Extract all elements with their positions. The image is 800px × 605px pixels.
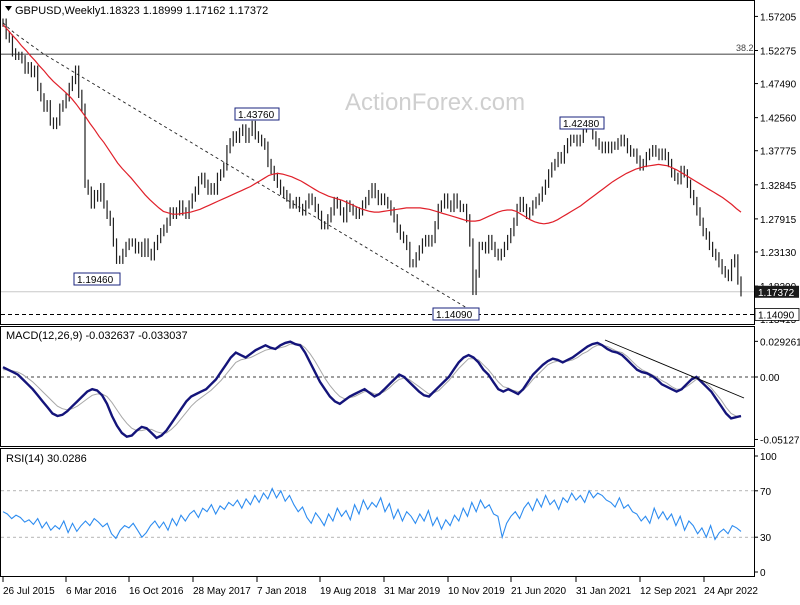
x-tick-label: 31 Jan 2021 [576,586,631,597]
macd-y-tick-label: 0.00 [760,373,780,384]
rsi-layer [1,487,754,541]
annotation-label: 1.42480 [563,119,600,130]
x-tick-label: 12 Sep 2021 [640,586,697,597]
chart-root: ActionForex.com GBPUSD,Weekly 1.18323 1.… [0,0,800,600]
macd-y-tick-label: 0.029261 [760,337,800,348]
macd-title: MACD(12,26,9) -0.032637 -0.033037 [6,330,188,342]
x-tick-label: 10 Nov 2019 [448,586,505,597]
x-tick-label: 16 Oct 2016 [129,586,184,597]
price-y-tick-label: 1.23130 [760,248,797,259]
macd-panel-frame [0,326,755,447]
x-tick-label: 19 Aug 2018 [320,586,377,597]
x-tick-label: 7 Jan 2018 [257,586,307,597]
rsi-y-tick-label: 30 [760,533,772,544]
watermark: ActionForex.com [345,89,525,116]
annotation-label: 1.43760 [238,110,275,121]
rsi-line [2,487,742,541]
price-y-tick-label: 1.42560 [760,114,797,125]
x-tick-label: 6 Mar 2016 [66,586,117,597]
header: GBPUSD,Weekly 1.18323 1.18999 1.17162 1.… [5,5,268,17]
x-tick-label: 21 Jun 2020 [511,586,566,597]
price-layer: 38.2 1.43760 1.42480 1.19460 1.14090 [1,18,754,321]
price-y-tick-label: 1.27915 [760,215,797,226]
annotation-label: 1.14090 [436,310,473,321]
x-tick-label: 28 May 2017 [193,586,251,597]
annotation-label: 1.19460 [77,275,114,286]
x-tick-label: 24 Apr 2022 [704,586,758,597]
price-y-tick-label: 1.47490 [760,80,797,91]
macd-line [2,340,742,440]
macd-y-tick-label: -0.051279 [760,435,800,446]
down-trendline [2,22,476,314]
fib-382-label: 38.2 [736,43,754,53]
current-price-badge-label: 1.17372 [758,288,795,299]
dropdown-arrow-icon[interactable] [5,6,12,11]
macd-layer [1,339,754,440]
rsi-title: RSI(14) 30.0286 [6,453,87,465]
rsi-y-tick-label: 0 [760,568,766,579]
price-y-tick-label: 1.32845 [760,181,797,192]
rsi-panel-frame [0,448,755,577]
price-y-tick-label: 1.37775 [760,147,797,158]
rsi-y-tick-label: 70 [760,487,772,498]
x-tick-label: 26 Jul 2015 [3,586,55,597]
x-tick-label: 31 Mar 2019 [384,586,441,597]
support-badge-label: 1.14090 [758,310,795,321]
price-y-tick-label: 1.57205 [760,12,797,23]
symbol-label: GBPUSD,Weekly [15,5,101,17]
chart-svg: ActionForex.com GBPUSD,Weekly 1.18323 1.… [0,0,800,597]
ohlc-label: 1.18323 1.18999 1.17162 1.17372 [100,5,268,17]
price-y-tick-label: 1.52275 [760,46,797,57]
rsi-y-tick-label: 100 [760,452,777,463]
